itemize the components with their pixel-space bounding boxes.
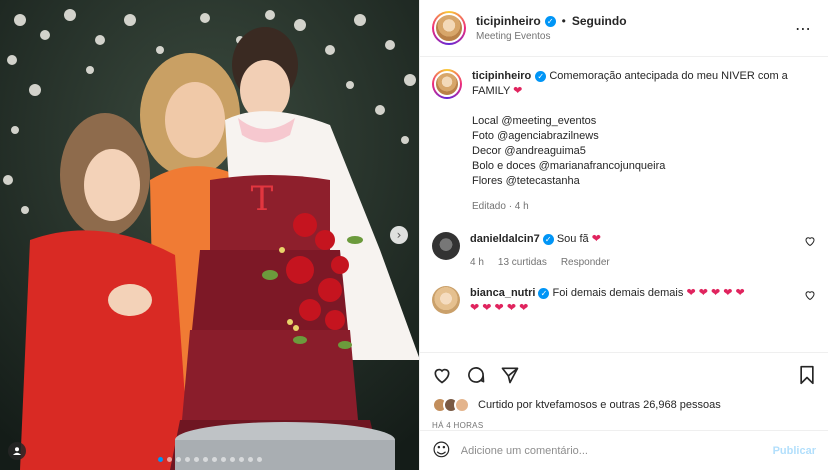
commenter-avatar[interactable] bbox=[432, 286, 460, 314]
bookmark-icon[interactable] bbox=[798, 365, 816, 385]
likes-summary[interactable]: Curtido por ktvefamosos e outras 26,968 … bbox=[420, 397, 828, 413]
post-header: ticipinheiro ✓ • Seguindo Meeting Evento… bbox=[420, 0, 828, 57]
caption-avatar[interactable] bbox=[432, 69, 462, 99]
author-avatar[interactable] bbox=[432, 11, 466, 45]
heart-emojis: ❤ ❤ ❤ ❤ ❤ bbox=[686, 287, 745, 299]
svg-text:T: T bbox=[251, 179, 274, 219]
post-side-panel: ticipinheiro ✓ • Seguindo Meeting Evento… bbox=[419, 0, 828, 470]
liker-avatars bbox=[432, 397, 470, 413]
comment-text: Foi demais demais demais bbox=[552, 287, 684, 299]
comment-item: danieldalcin7 ✓ Sou fã ❤ 4 h 13 curtidas… bbox=[432, 232, 816, 270]
user-icon bbox=[13, 447, 21, 455]
next-photo-button[interactable]: › bbox=[390, 226, 408, 244]
credit-line: Flores @tetecastanha bbox=[472, 175, 580, 187]
chevron-right-icon: › bbox=[396, 228, 402, 242]
carousel-dot bbox=[247, 457, 253, 462]
comment-likes[interactable]: 13 curtidas bbox=[498, 255, 547, 270]
heart-emoji: ❤ bbox=[591, 233, 601, 245]
author-username[interactable]: ticipinheiro bbox=[476, 14, 541, 28]
carousel-dot bbox=[229, 457, 235, 462]
verified-badge-icon: ✓ bbox=[542, 234, 554, 245]
caption-username[interactable]: ticipinheiro bbox=[472, 70, 531, 82]
post-timestamp[interactable]: HÁ 4 HORAS bbox=[420, 413, 828, 430]
share-icon[interactable] bbox=[500, 365, 520, 385]
heart-icon[interactable] bbox=[432, 365, 452, 385]
likes-text[interactable]: Curtido por ktvefamosos e outras 26,968 … bbox=[478, 399, 721, 411]
carousel-dot bbox=[220, 457, 226, 462]
heart-emojis: ❤ ❤ ❤ ❤ ❤ bbox=[470, 302, 529, 314]
carousel-dot bbox=[175, 457, 181, 462]
post-photo[interactable]: T › bbox=[0, 0, 419, 470]
publish-button[interactable]: Publicar bbox=[773, 445, 816, 457]
location-link[interactable]: Meeting Eventos bbox=[476, 31, 791, 42]
post-actions: Curtido por ktvefamosos e outras 26,968 … bbox=[420, 352, 828, 430]
carousel-dot bbox=[193, 457, 199, 462]
reply-button[interactable]: Responder bbox=[561, 255, 610, 270]
caption: ticipinheiro ✓ Comemoração antecipada do … bbox=[432, 69, 816, 214]
comments-area: ticipinheiro ✓ Comemoração antecipada do … bbox=[420, 57, 828, 352]
carousel-dot bbox=[211, 457, 217, 462]
heart-emoji: ❤ bbox=[513, 85, 523, 97]
comment-icon[interactable] bbox=[466, 365, 486, 385]
like-comment-heart-icon[interactable] bbox=[804, 289, 816, 301]
verified-badge-icon: ✓ bbox=[544, 15, 556, 27]
comment-time[interactable]: 4 h bbox=[470, 255, 484, 270]
commenter-username[interactable]: danieldalcin7 bbox=[470, 233, 540, 245]
edited-label: Editado · 4 h bbox=[472, 201, 529, 212]
commenter-avatar[interactable] bbox=[432, 232, 460, 260]
credit-line: Foto @agenciabrazilnews bbox=[472, 130, 599, 142]
verified-badge-icon: ✓ bbox=[535, 71, 547, 82]
add-comment-bar: ☺ Publicar bbox=[420, 430, 828, 470]
carousel-dot bbox=[157, 457, 163, 462]
comment-text: Sou fã bbox=[556, 233, 589, 245]
verified-badge-icon: ✓ bbox=[538, 288, 550, 299]
family-cake-photo: T bbox=[0, 0, 419, 470]
more-options-icon[interactable]: ⋯ bbox=[791, 15, 816, 42]
carousel-dot bbox=[256, 457, 262, 462]
carousel-dot bbox=[238, 457, 244, 462]
carousel-indicator bbox=[0, 457, 419, 462]
comment-item: bianca_nutri ✓ Foi demais demais demais … bbox=[432, 286, 816, 316]
emoji-icon[interactable]: ☺ bbox=[432, 440, 451, 461]
separator: • bbox=[561, 14, 566, 28]
credit-line: Decor @andreaguima5 bbox=[472, 145, 586, 157]
carousel-dot bbox=[166, 457, 172, 462]
commenter-username[interactable]: bianca_nutri bbox=[470, 287, 535, 299]
like-comment-heart-icon[interactable] bbox=[804, 235, 816, 247]
comment-input[interactable] bbox=[460, 444, 763, 457]
carousel-dot bbox=[202, 457, 208, 462]
post-modal: T › ticipinheiro ✓ • Seguindo Meeting Ev… bbox=[0, 0, 828, 470]
credit-line: Bolo e doces @marianafrancojunqueira bbox=[472, 160, 666, 172]
carousel-dot bbox=[184, 457, 190, 462]
credit-line: Local @meeting_eventos bbox=[472, 115, 597, 127]
following-button[interactable]: Seguindo bbox=[572, 14, 627, 28]
